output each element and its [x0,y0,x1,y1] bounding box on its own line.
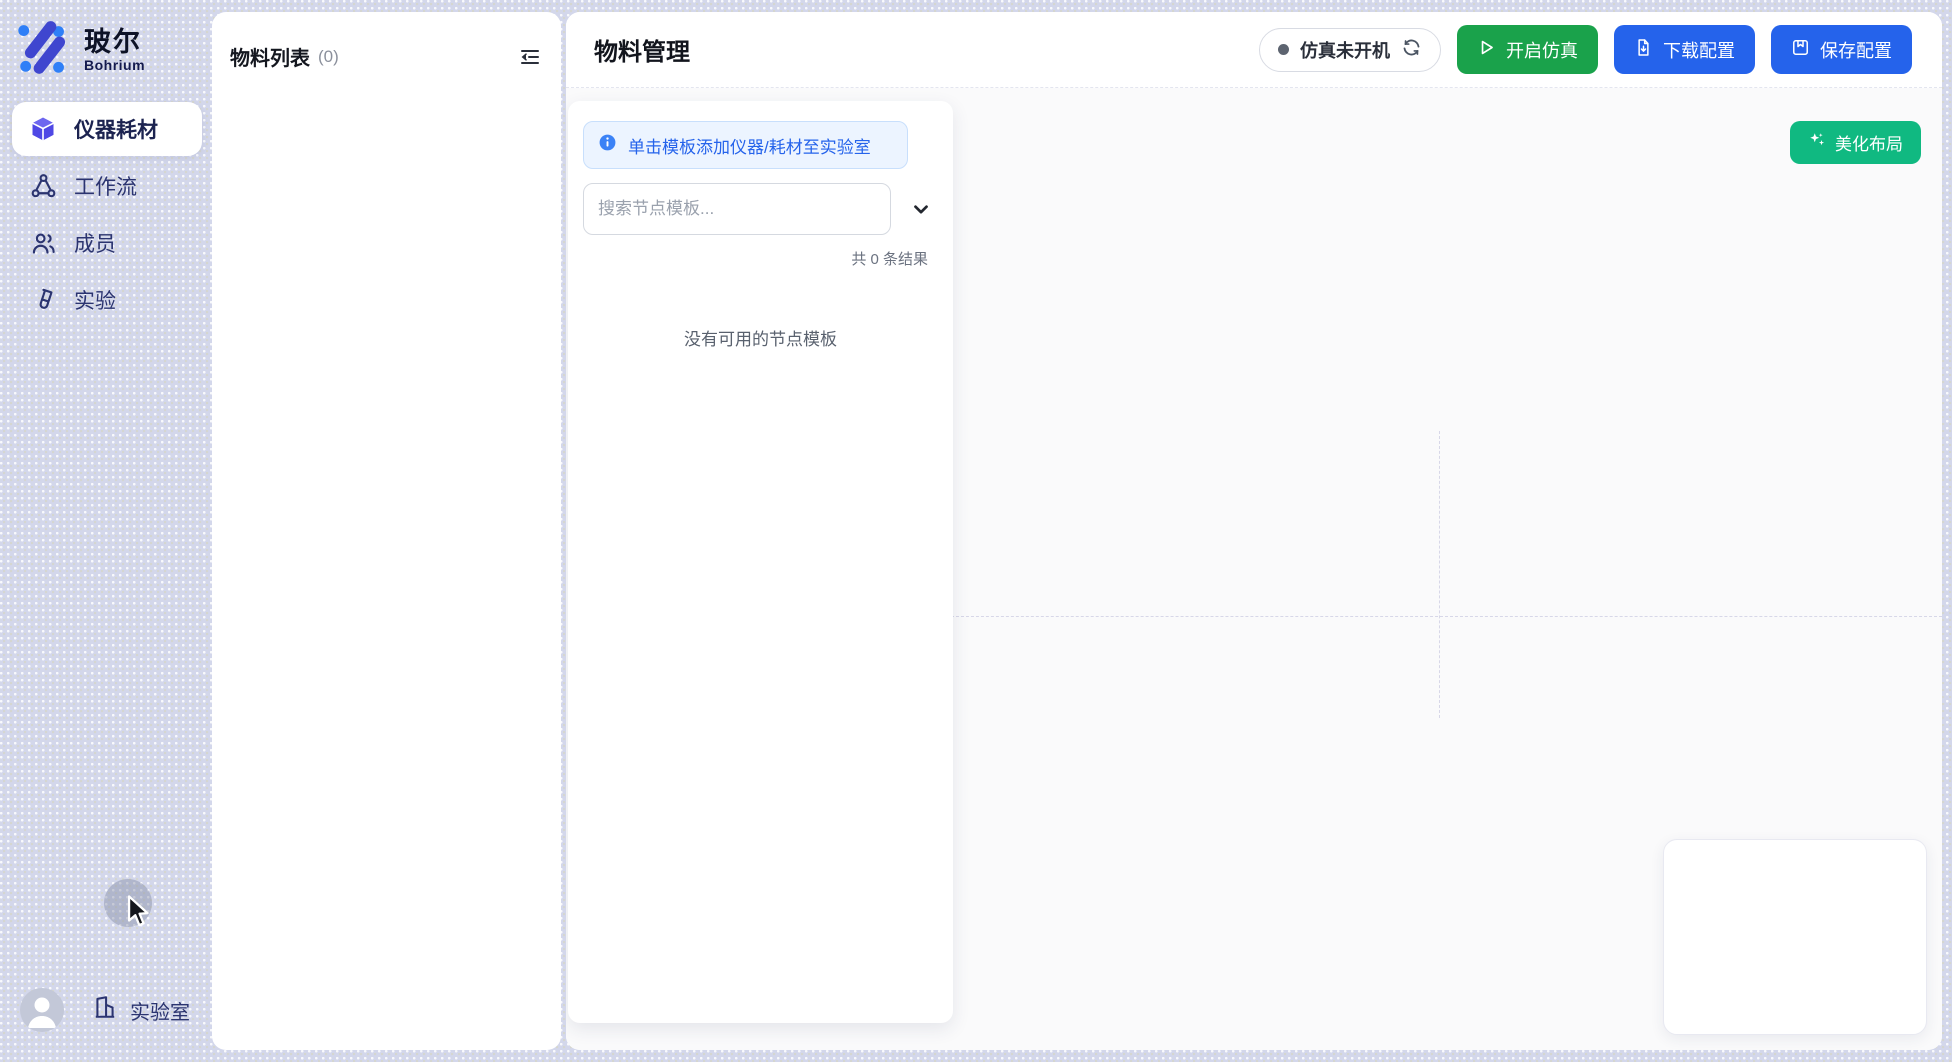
brand-name-en: Bohrium [84,57,145,73]
simulation-status-text: 仿真未开机 [1300,37,1390,63]
page-title: 物料管理 [594,32,690,67]
sidebar-item-label: 成员 [74,228,116,258]
sidebar-item-label: 工作流 [74,171,137,201]
sparkles-icon [1808,131,1826,154]
sidebar: 玻尔 Bohrium 仪器耗材 [0,0,214,1062]
material-list-title: 物料列表 [230,42,310,71]
bohrium-logo-icon [16,18,74,81]
template-result-count: 共 0 条结果 [583,248,938,269]
user-avatar[interactable] [20,988,64,1032]
building-icon [92,994,118,1026]
lab-switcher[interactable]: 实验室 [92,994,190,1026]
test-tube-icon [28,285,58,315]
users-icon [28,228,58,258]
info-icon [598,133,617,157]
play-icon [1477,38,1496,62]
lab-label: 实验室 [130,996,190,1025]
template-panel: 单击模板添加仪器/耗材至实验室 共 0 条结果 没有可用的节点模板 [568,101,953,1023]
minimap-panel[interactable] [1663,839,1927,1035]
collapse-panel-icon[interactable] [517,44,543,70]
sidebar-item-workflow[interactable]: 工作流 [12,159,202,213]
sidebar-nav: 仪器耗材 工作流 成员 [12,102,202,327]
save-icon [1791,38,1810,62]
status-dot-icon [1278,44,1289,55]
material-list-panel: 物料列表 (0) [212,12,561,1050]
simulation-status-pill[interactable]: 仿真未开机 [1259,28,1441,72]
main-panel: 物料管理 仿真未开机 开启仿真 [566,12,1942,1050]
sidebar-item-experiments[interactable]: 实验 [12,273,202,327]
canvas-guide-vertical [1439,431,1440,718]
flow-canvas[interactable]: 美化布局 单击模板添加仪器/耗材至实验室 [566,88,1942,1050]
brand-logo[interactable]: 玻尔 Bohrium [16,18,145,81]
material-list-header: 物料列表 (0) [212,12,561,71]
cube-icon [28,114,58,144]
beautify-layout-button[interactable]: 美化布局 [1790,121,1921,164]
canvas-guide-horizontal [951,616,1942,617]
workflow-icon [28,171,58,201]
template-hint-banner: 单击模板添加仪器/耗材至实验室 [583,121,908,169]
sidebar-item-label: 仪器耗材 [74,114,158,144]
sidebar-item-members[interactable]: 成员 [12,216,202,270]
sidebar-item-instruments[interactable]: 仪器耗材 [12,102,202,156]
refresh-icon[interactable] [1401,37,1422,63]
material-list-count: (0) [318,47,339,67]
start-simulation-button[interactable]: 开启仿真 [1457,25,1598,74]
template-empty-text: 没有可用的节点模板 [583,325,938,350]
file-download-icon [1634,38,1653,62]
template-hint-text: 单击模板添加仪器/耗材至实验室 [628,133,871,158]
chevron-down-icon[interactable] [906,194,936,224]
save-config-button[interactable]: 保存配置 [1771,25,1912,74]
main-header: 物料管理 仿真未开机 开启仿真 [566,12,1942,88]
mouse-cursor [124,895,154,934]
sidebar-item-label: 实验 [74,285,116,315]
brand-name-zh: 玻尔 [84,27,145,57]
template-search-input[interactable] [583,183,891,235]
download-config-button[interactable]: 下载配置 [1614,25,1755,74]
